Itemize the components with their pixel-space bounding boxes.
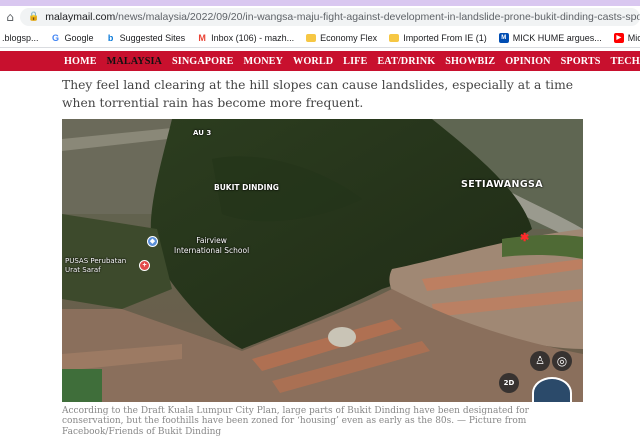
figure-caption: According to the Draft Kuala Lumpur City… <box>62 406 529 437</box>
gmail-icon: M <box>198 32 206 43</box>
address-bar: ⌂ 🔒 malaymail.com/news/malaysia/2022/09/… <box>0 6 640 28</box>
map-label-pusas: PUSAS Perubatan Urat Saraf <box>65 257 126 275</box>
bookmark-label: Google <box>64 32 94 43</box>
map-label-bukit-dinding: BUKIT DINDING <box>214 183 279 192</box>
bookmark-label: Economy Flex <box>320 32 378 43</box>
bookmark-item[interactable]: ▶Microsoft Word Tut... <box>613 32 640 43</box>
home-icon[interactable]: ⌂ <box>0 10 20 24</box>
google-icon: G <box>52 32 60 43</box>
location-marker-icon: ✱ <box>520 232 530 244</box>
url-path: /news/malaysia/2022/09/20/in-wangsa-maju… <box>115 11 640 23</box>
nav-item-money[interactable]: MONEY <box>243 56 283 67</box>
bookmark-item[interactable]: G Google <box>51 33 94 43</box>
nav-item-sports[interactable]: SPORTS <box>561 56 601 67</box>
url-field[interactable]: 🔒 malaymail.com/news/malaysia/2022/09/20… <box>20 8 640 26</box>
bookmark-label: Inbox (106) - mazh... <box>211 32 295 43</box>
nav-item-life[interactable]: LIFE <box>343 56 367 67</box>
url-text: malaymail.com/news/malaysia/2022/09/20/i… <box>45 11 640 23</box>
article-paragraph: They feel land clearing at the hill slop… <box>62 78 574 110</box>
bookmark-label: Suggested Sites <box>119 32 186 43</box>
map-label-setiawangsa: SETIAWANGSA <box>461 179 544 190</box>
bookmark-item[interactable]: M MICK HUME argues... <box>498 32 602 43</box>
fairview-line1: Fairview <box>196 236 227 245</box>
bookmark-label: Microsoft Word Tut... <box>627 32 640 43</box>
nav-item-tech-gadgets[interactable]: TECH/GADGETS <box>611 56 640 67</box>
nav-item-singapore[interactable]: SINGAPORE <box>172 56 233 67</box>
locate-me-icon[interactable]: ◎ <box>552 351 572 371</box>
bookmark-label: MICK HUME argues... <box>512 32 602 43</box>
url-host: malaymail.com <box>45 11 116 23</box>
folder-icon <box>306 33 317 42</box>
lock-icon[interactable]: 🔒 <box>28 12 39 22</box>
bookmark-item[interactable]: b Suggested Sites <box>106 32 186 43</box>
globe-view-icon[interactable] <box>532 377 572 402</box>
dailymail-icon: M <box>498 32 509 43</box>
nav-item-eat-drink[interactable]: EAT/DRINK <box>377 56 435 67</box>
bookmark-label: .blogsp... <box>2 32 39 43</box>
nav-item-malaysia[interactable]: MALAYSIA <box>107 56 162 67</box>
pusas-line2: Urat Saraf <box>65 266 101 274</box>
fairview-line2: International School <box>174 246 250 255</box>
bookmark-item[interactable]: Economy Flex <box>306 33 377 43</box>
street-view-pegman-icon[interactable]: ♙ <box>530 351 550 371</box>
map-label-fairview: Fairview International School <box>174 236 249 256</box>
bookmark-item[interactable]: Imported From IE (1) <box>389 33 487 43</box>
aerial-map-figure: AU 3 BUKIT DINDING SETIAWANGSA Fairview … <box>62 119 583 402</box>
bing-icon: b <box>107 32 114 43</box>
nav-item-world[interactable]: WORLD <box>293 56 333 67</box>
nav-item-home[interactable]: HOME <box>64 56 97 67</box>
youtube-icon: ▶ <box>613 32 624 43</box>
bookmarks-bar: .blogsp... G Google b Suggested Sites M Inbox … <box>0 28 640 48</box>
pusas-line1: PUSAS Perubatan <box>65 257 127 265</box>
nav-item-showbiz[interactable]: SHOWBIZ <box>445 56 495 67</box>
bookmark-item[interactable]: M Inbox (106) - mazh... <box>197 33 294 43</box>
map-label-au3: AU 3 <box>193 129 212 137</box>
school-pin-icon: ◆ <box>147 236 158 247</box>
hospital-pin-icon: + <box>139 260 150 271</box>
bookmark-item[interactable]: .blogsp... <box>2 33 39 43</box>
folder-icon <box>389 33 400 42</box>
site-navigation: HOME MALAYSIA SINGAPORE MONEY WORLD LIFE EAT/D… <box>0 51 640 71</box>
bookmark-label: Imported From IE (1) <box>403 32 487 43</box>
toggle-2d-button[interactable]: 2D <box>499 373 519 393</box>
nav-item-opinion[interactable]: OPINION <box>505 56 550 67</box>
